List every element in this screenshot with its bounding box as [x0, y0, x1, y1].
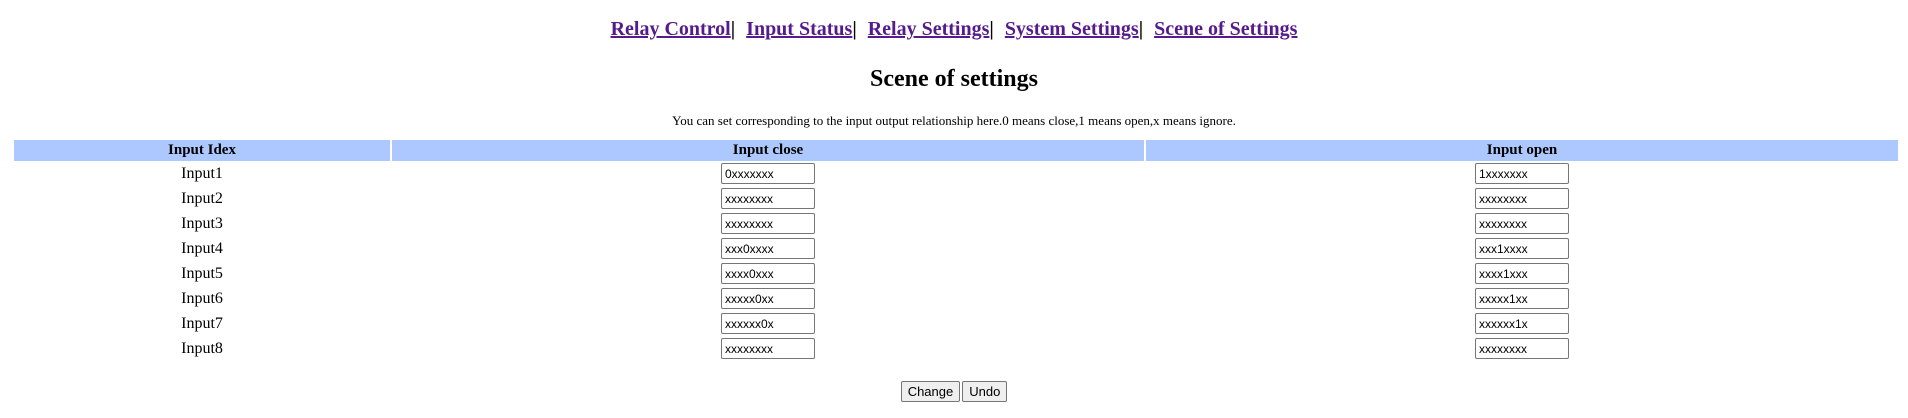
- open-cell: [1146, 261, 1898, 286]
- open-cell: [1146, 161, 1898, 186]
- open-cell: [1146, 186, 1898, 211]
- input-open-field[interactable]: [1475, 238, 1569, 259]
- table-row: Input4: [14, 236, 1898, 261]
- input-close-field[interactable]: [721, 238, 815, 259]
- input-name: Input3: [181, 214, 223, 232]
- open-cell: [1146, 311, 1898, 336]
- input-close-field[interactable]: [721, 338, 815, 359]
- input-name: Input7: [181, 314, 223, 332]
- form-actions: Change Undo: [0, 381, 1908, 402]
- table-row: Input7: [14, 311, 1898, 336]
- input-name: Input1: [181, 164, 223, 182]
- input-close-field[interactable]: [721, 313, 815, 334]
- open-cell: [1146, 286, 1898, 311]
- column-header-input-open: Input open: [1146, 140, 1898, 161]
- input-close-field[interactable]: [721, 288, 815, 309]
- undo-button[interactable]: Undo: [962, 381, 1008, 402]
- table-row: Input6: [14, 286, 1898, 311]
- column-header-input-close: Input close: [392, 140, 1144, 161]
- top-nav: Relay Control| Input Status| Relay Setti…: [0, 0, 1908, 46]
- scene-settings-table: Input Idex Input close Input open Input1…: [12, 140, 1900, 361]
- input-open-field[interactable]: [1475, 338, 1569, 359]
- table-row: Input1: [14, 161, 1898, 186]
- page-description: You can set corresponding to the input o…: [672, 113, 1236, 128]
- close-cell: [392, 286, 1144, 311]
- nav-link-input-status[interactable]: Input Status: [746, 18, 852, 40]
- input-close-field[interactable]: [721, 163, 815, 184]
- close-cell: [392, 336, 1144, 361]
- change-button[interactable]: Change: [900, 381, 961, 402]
- close-cell: [392, 261, 1144, 286]
- close-cell: [392, 211, 1144, 236]
- nav-separator: |: [852, 18, 857, 40]
- page-title: Scene of settings: [870, 66, 1038, 92]
- open-cell: [1146, 211, 1898, 236]
- open-cell: [1146, 336, 1898, 361]
- column-header-input-index: Input Idex: [14, 140, 390, 161]
- input-name: Input5: [181, 264, 223, 282]
- open-cell: [1146, 236, 1898, 261]
- input-close-field[interactable]: [721, 263, 815, 284]
- nav-link-relay-settings[interactable]: Relay Settings: [868, 18, 990, 40]
- input-open-field[interactable]: [1475, 313, 1569, 334]
- input-open-field[interactable]: [1475, 188, 1569, 209]
- table-header-row: Input Idex Input close Input open: [14, 140, 1898, 161]
- table-row: Input2: [14, 186, 1898, 211]
- input-open-field[interactable]: [1475, 163, 1569, 184]
- input-close-field[interactable]: [721, 188, 815, 209]
- nav-separator: |: [989, 18, 994, 40]
- table-row: Input3: [14, 211, 1898, 236]
- table-row: Input5: [14, 261, 1898, 286]
- close-cell: [392, 161, 1144, 186]
- nav-link-relay-control[interactable]: Relay Control: [611, 18, 731, 40]
- input-open-field[interactable]: [1475, 288, 1569, 309]
- close-cell: [392, 236, 1144, 261]
- input-name: Input8: [181, 339, 223, 357]
- input-name: Input4: [181, 239, 223, 257]
- close-cell: [392, 311, 1144, 336]
- nav-separator: |: [1138, 18, 1144, 40]
- input-name: Input6: [181, 289, 223, 307]
- input-open-field[interactable]: [1475, 213, 1569, 234]
- nav-link-scene-of-settings[interactable]: Scene of Settings: [1154, 18, 1297, 40]
- input-name: Input2: [181, 189, 223, 207]
- nav-separator: |: [730, 18, 736, 40]
- nav-link-system-settings[interactable]: System Settings: [1005, 18, 1139, 40]
- input-open-field[interactable]: [1475, 263, 1569, 284]
- input-close-field[interactable]: [721, 213, 815, 234]
- close-cell: [392, 186, 1144, 211]
- table-row: Input8: [14, 336, 1898, 361]
